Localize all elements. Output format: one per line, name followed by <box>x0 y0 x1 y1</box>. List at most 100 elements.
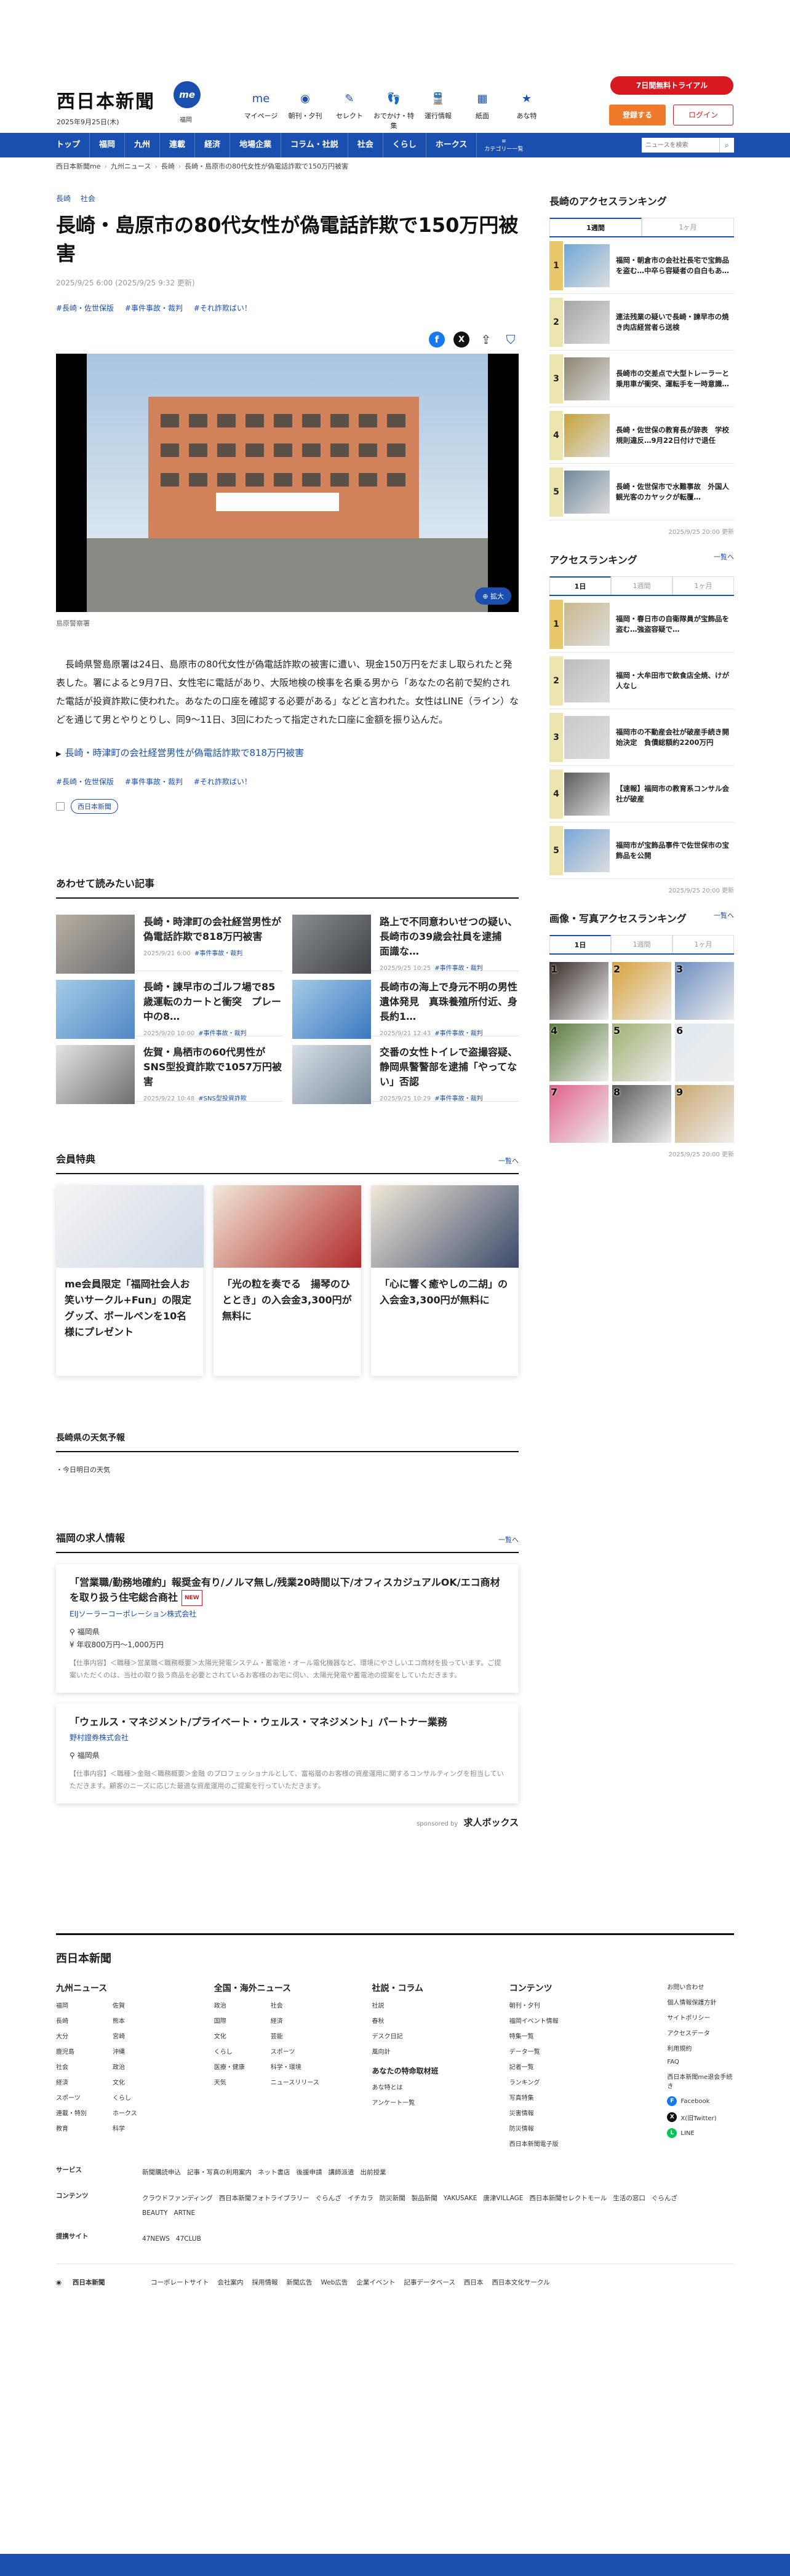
footer-link[interactable]: イチカラ <box>348 2195 373 2202</box>
footer-link[interactable]: データ一覧 <box>509 2046 668 2056</box>
related-article-link[interactable]: ▶ 長崎・時津町の会社経営男性が偽電話詐欺で818万円被害 <box>56 746 519 759</box>
footer-link[interactable]: 政治 <box>113 2062 169 2071</box>
footer-link[interactable]: 47NEWS <box>142 2235 170 2243</box>
tab-2[interactable]: 1週間 <box>611 935 672 953</box>
footer-link[interactable]: 生活の窓口 <box>613 2195 645 2202</box>
footer-link[interactable]: 会社案内 <box>218 2278 244 2287</box>
search-input[interactable] <box>642 138 719 153</box>
share-icon[interactable]: ⇪ <box>478 332 494 348</box>
ranking-item[interactable]: 2 福岡・大牟田市で飲食店全焼、けが人なし <box>549 653 734 709</box>
footer-link[interactable]: 西日本新聞フォトライブラリー <box>219 2195 309 2202</box>
more-link[interactable]: 一覧へ <box>498 1535 519 1544</box>
footer-link[interactable]: くらし <box>214 2046 271 2056</box>
header-nav-item[interactable]: ★ あな特 <box>505 90 549 130</box>
photo-ranking-item[interactable]: 7 <box>549 1085 608 1143</box>
footer-link[interactable]: 熊本 <box>113 2016 169 2025</box>
photo-ranking-item[interactable]: 1 <box>549 962 608 1020</box>
gnav-item[interactable]: 地場企業 <box>230 133 282 157</box>
footer-link[interactable]: 記事・写真の利用案内 <box>187 2169 252 2176</box>
photo-ranking-item[interactable]: 8 <box>612 1085 671 1143</box>
x-icon[interactable]: X <box>453 332 469 348</box>
photo-ranking-item[interactable]: 4 <box>549 1024 608 1081</box>
footer-link[interactable]: 政治 <box>214 2000 271 2010</box>
footer-link[interactable]: スポーツ <box>56 2093 113 2102</box>
hashtag-link[interactable]: #それ詐欺ばい！ <box>194 304 252 312</box>
hashtag-link[interactable]: #事件事故・裁判 <box>125 777 183 786</box>
ranking-item[interactable]: 1 福岡・春日市の自衛隊員が宝飾品を盗む…強盗容疑で… <box>549 596 734 653</box>
footer-link[interactable]: 西日本文化サークル <box>492 2278 549 2287</box>
header-nav-item[interactable]: 🚆 運行情報 <box>416 90 460 130</box>
footer-link[interactable]: 西日本 <box>464 2278 484 2287</box>
photo-ranking-item[interactable]: 2 <box>612 962 671 1020</box>
footer-link[interactable]: FAQ <box>667 2059 734 2065</box>
social-link[interactable]: X X(旧Twitter) <box>667 2112 734 2122</box>
footer-link[interactable]: 朝刊・夕刊 <box>509 2000 668 2010</box>
footer-link[interactable]: 西日本新聞me退会手続き <box>667 2072 734 2090</box>
job-company[interactable]: 野村證券株式会社 <box>70 1732 505 1743</box>
footer-link[interactable]: 文化 <box>214 2031 271 2040</box>
hashtag-link[interactable]: #事件事故・裁判 <box>125 304 183 312</box>
tab-2[interactable]: 1ヶ月 <box>642 218 734 236</box>
bookmark-icon[interactable]: ⛉ <box>503 332 519 348</box>
hashtag-link[interactable]: #それ詐欺ばい！ <box>194 777 252 786</box>
footer-link[interactable]: 出前授業 <box>361 2169 386 2176</box>
zoom-button[interactable]: ⊕ 拡大 <box>475 587 511 605</box>
related-article-item[interactable]: 佐賀・鳥栖市の60代男性がSNS型投資詐欺で1057万円被害 2025/9/22 … <box>56 1036 282 1104</box>
footer-link[interactable]: 防災新聞 <box>380 2195 405 2202</box>
tag-link[interactable]: 長崎 <box>56 194 71 203</box>
footer-link[interactable]: クラウドファンディング <box>142 2195 213 2202</box>
footer-link[interactable]: 個人情報保護方針 <box>667 1997 734 2006</box>
footer-link[interactable]: 災害情報 <box>509 2108 668 2117</box>
footer-link[interactable]: 製品新聞 <box>412 2195 437 2202</box>
breadcrumb-item[interactable]: 長崎 <box>161 162 175 170</box>
social-link[interactable]: F Facebook <box>667 2096 734 2106</box>
related-article-tag[interactable]: #事件事故・裁判 <box>194 950 242 957</box>
ranking-item[interactable]: 2 連法残業の疑いで長崎・諫早市の焼き肉店経営者ら送検 <box>549 294 734 351</box>
footer-link[interactable]: 講師派遣 <box>329 2169 354 2176</box>
gnav-item[interactable]: 経済 <box>195 133 231 157</box>
footer-link[interactable]: 記事データベース <box>404 2278 455 2287</box>
ranking-item[interactable]: 4 【速報】福岡市の教育系コンサル会社が破産 <box>549 766 734 822</box>
footer-link[interactable]: 国際 <box>214 2016 271 2025</box>
ranking-item[interactable]: 5 福岡市が宝飾品事件で佐世保市の宝飾品を公開 <box>549 822 734 879</box>
footer-link[interactable]: 医療・健康 <box>214 2062 271 2071</box>
footer-link[interactable]: くらし <box>113 2093 169 2102</box>
footer-link[interactable]: 記者一覧 <box>509 2062 668 2071</box>
register-button[interactable]: 登録する <box>609 105 666 125</box>
tab-1[interactable]: 1週間 <box>549 218 642 236</box>
footer-link[interactable]: 芸能 <box>271 2031 327 2040</box>
footer-link[interactable]: サイトポリシー <box>667 2013 734 2022</box>
footer-link[interactable]: 科学・環境 <box>271 2062 327 2071</box>
article-photo[interactable]: ⊕ 拡大 <box>56 354 519 612</box>
job-card[interactable]: 「ウェルス・マネジメント/プライベート・ウェルス・マネジメント」パートナー業務野… <box>56 1704 519 1803</box>
related-article-item[interactable]: 長崎市の海上で身元不明の男性遺体発見 真珠養殖所付近、身長約1… 2025/9/2… <box>292 971 519 1039</box>
related-article-item[interactable]: 長崎・諫早市のゴルフ場で85歳運転のカートと衝突 プレー中の8… 2025/9/2… <box>56 971 282 1039</box>
footer-link[interactable]: アンケート一覧 <box>372 2097 509 2107</box>
benefit-card[interactable]: 「光の粒を奏でる 揚琴のひととき」の入会金3,300円が無料に <box>213 1185 361 1376</box>
footer-link[interactable]: 写真特集 <box>509 2093 668 2102</box>
footer-link[interactable]: 特集一覧 <box>509 2031 668 2040</box>
breadcrumb-item[interactable]: 九州ニュース <box>111 162 151 170</box>
footer-link[interactable]: Web広告 <box>321 2278 348 2287</box>
social-link[interactable]: L LINE <box>667 2128 734 2138</box>
ranking-item[interactable]: 3 福岡市の不動産会社が破産手続き開始決定 負債総額約2200万円 <box>549 709 734 766</box>
footer-link[interactable]: 唐津VILLAGE <box>483 2195 523 2202</box>
gnav-item[interactable]: コラム・社説 <box>281 133 348 157</box>
search-icon[interactable]: ⌕ <box>719 138 734 153</box>
footer-link[interactable]: あな特とは <box>372 2082 509 2091</box>
category-list-link[interactable]: ≡ カテゴリー一覧 <box>484 138 523 153</box>
footer-link[interactable]: お問い合わせ <box>667 1982 734 1991</box>
header-nav-item[interactable]: ◉ 朝刊・夕刊 <box>283 90 327 130</box>
ranking-item[interactable]: 5 長崎・佐世保市で水難事故 外国人観光客のカヤックが転覆… <box>549 464 734 520</box>
more-link[interactable]: 一覧へ <box>714 910 734 925</box>
footer-link[interactable]: 科学 <box>113 2123 169 2133</box>
footer-link[interactable]: 西日本新聞セレクトモール <box>529 2195 607 2202</box>
tab-2[interactable]: 1週間 <box>611 576 672 595</box>
footer-link[interactable]: 新聞広告 <box>287 2278 313 2287</box>
photo-ranking-item[interactable]: 5 <box>612 1024 671 1081</box>
footer-link[interactable]: ARTNE <box>174 2209 196 2217</box>
footer-link[interactable]: YAKUSAKE <box>444 2195 477 2202</box>
job-company[interactable]: EIJソーラーコーポレーション株式会社 <box>70 1608 505 1619</box>
hashtag-link[interactable]: #長崎・佐世保版 <box>56 304 114 312</box>
footer-link[interactable]: 後援申請 <box>297 2169 322 2176</box>
